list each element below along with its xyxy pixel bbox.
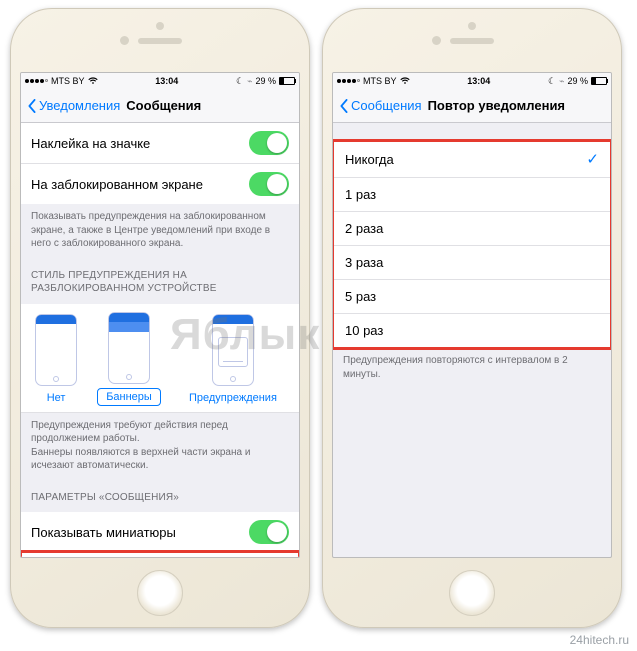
alert-style-label: Нет <box>39 390 74 406</box>
nav-bar: Сообщения Повтор уведомления <box>333 89 611 123</box>
wifi-icon <box>400 77 410 85</box>
section-footer: Предупреждения требуют действия перед пр… <box>21 413 299 481</box>
option-label: Никогда <box>345 152 394 167</box>
option-label: 3 раза <box>345 255 383 270</box>
option-label: 1 раз <box>345 187 376 202</box>
repeat-option[interactable]: 3 раза <box>333 246 611 280</box>
repeat-option[interactable]: 2 раза <box>333 212 611 246</box>
row-badge-app-icon[interactable]: Наклейка на значке <box>21 123 299 164</box>
repeat-option[interactable]: 5 раз <box>333 280 611 314</box>
section-header: ПАРАМЕТРЫ «СООБЩЕНИЯ» <box>21 481 299 513</box>
alert-style-label: Баннеры <box>97 388 161 406</box>
highlighted-row: Повтор уведомления Никогда <box>21 552 299 557</box>
row-repeat-alerts[interactable]: Повтор уведомления Никогда <box>21 552 299 557</box>
signal-dots-icon <box>337 79 360 83</box>
battery-icon <box>279 77 295 85</box>
status-bar: MTS BY 13:04 ☾ ⌁ 29 % <box>21 73 299 89</box>
home-button[interactable] <box>449 570 495 616</box>
section-footer: Показывать предупреждения на заблокирова… <box>21 204 299 259</box>
row-label: Наклейка на значке <box>31 136 150 151</box>
nav-bar: Уведомления Сообщения <box>21 89 299 123</box>
chevron-left-icon <box>27 99 37 113</box>
back-label: Уведомления <box>39 98 120 113</box>
status-time: 13:04 <box>410 76 548 86</box>
option-label: 5 раз <box>345 289 376 304</box>
section-footer: Предупреждения повторяются с интервалом … <box>333 348 611 389</box>
status-bar: MTS BY 13:04 ☾ ⌁ 29 % <box>333 73 611 89</box>
battery-percent: 29 % <box>255 76 276 86</box>
alert-style-alerts[interactable]: Предупреждения <box>181 314 285 406</box>
alert-style-label: Предупреждения <box>181 390 285 406</box>
back-button[interactable]: Сообщения <box>339 98 422 113</box>
status-time: 13:04 <box>98 76 236 86</box>
carrier-label: MTS BY <box>51 76 85 86</box>
chevron-left-icon <box>339 99 349 113</box>
alert-style-picker: Нет Баннеры Предупреждения <box>21 304 299 413</box>
checkmark-icon: ✓ <box>586 150 599 168</box>
back-label: Сообщения <box>351 98 422 113</box>
switch-on[interactable] <box>249 520 289 544</box>
battery-percent: 29 % <box>567 76 588 86</box>
bluetooth-icon: ⌁ <box>559 76 564 87</box>
image-credit: 24hitech.ru <box>570 633 629 647</box>
switch-on[interactable] <box>249 172 289 196</box>
iphone-frame-left: MTS BY 13:04 ☾ ⌁ 29 % Уведомления <box>10 8 310 628</box>
screen-left: MTS BY 13:04 ☾ ⌁ 29 % Уведомления <box>20 72 300 558</box>
battery-icon <box>591 77 607 85</box>
repeat-option[interactable]: 1 раз <box>333 178 611 212</box>
repeat-option[interactable]: Никогда ✓ <box>333 141 611 178</box>
alert-style-none[interactable]: Нет <box>35 314 77 406</box>
signal-dots-icon <box>25 79 48 83</box>
repeat-options-list: Никогда ✓ 1 раз 2 раза 3 раза 5 раз 10 раз <box>333 141 611 348</box>
row-show-previews[interactable]: Показывать миниатюры <box>21 512 299 552</box>
bluetooth-icon: ⌁ <box>247 76 252 87</box>
dnd-moon-icon: ☾ <box>236 76 244 87</box>
home-button[interactable] <box>137 570 183 616</box>
option-label: 10 раз <box>345 323 383 338</box>
screen-right: MTS BY 13:04 ☾ ⌁ 29 % Сообщения <box>332 72 612 558</box>
dnd-moon-icon: ☾ <box>548 76 556 87</box>
nav-title: Повтор уведомления <box>428 98 565 113</box>
row-label: Показывать миниатюры <box>31 525 176 540</box>
option-label: 2 раза <box>345 221 383 236</box>
section-header: СТИЛЬ ПРЕДУПРЕЖДЕНИЯ НА РАЗБЛОКИРОВАННОМ… <box>21 259 299 304</box>
row-show-on-lockscreen[interactable]: На заблокированном экране <box>21 164 299 204</box>
nav-title: Сообщения <box>126 98 201 113</box>
back-button[interactable]: Уведомления <box>27 98 120 113</box>
iphone-frame-right: MTS BY 13:04 ☾ ⌁ 29 % Сообщения <box>322 8 622 628</box>
repeat-option[interactable]: 10 раз <box>333 314 611 348</box>
alert-style-banners[interactable]: Баннеры <box>97 312 161 406</box>
row-label: На заблокированном экране <box>31 177 203 192</box>
switch-on[interactable] <box>249 131 289 155</box>
wifi-icon <box>88 77 98 85</box>
carrier-label: MTS BY <box>363 76 397 86</box>
